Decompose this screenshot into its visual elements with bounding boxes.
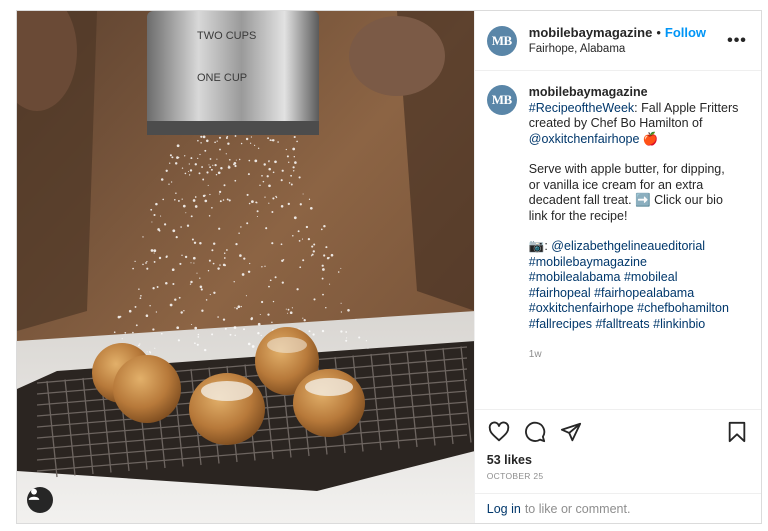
likes-count[interactable]: 53 likes: [475, 453, 761, 471]
mention-link[interactable]: @oxkitchenfairhope: [529, 132, 640, 146]
hashtag-list[interactable]: #mobilebaymagazine #mobilealabama #mobil…: [529, 255, 729, 331]
like-button[interactable]: [487, 420, 511, 444]
comment-icon: [524, 421, 545, 442]
send-icon: [560, 422, 581, 441]
heart-icon: [488, 421, 509, 441]
login-prompt-text: to like or comment.: [524, 501, 631, 516]
user-icon: [28, 488, 40, 500]
caption-username[interactable]: mobilebaymagazine: [529, 85, 739, 101]
bookmark-icon: [728, 421, 746, 442]
caption-paragraph-body: Serve with apple butter, for dipping, or…: [528, 162, 725, 223]
header-separator: •: [656, 24, 661, 40]
login-link[interactable]: Log in: [487, 502, 521, 516]
hashtag-link[interactable]: #RecipeoftheWeek: [529, 101, 634, 115]
sifter-label-mid: ONE CUP: [197, 72, 247, 84]
fritters-illustration: TWO CUPS ONE CUP: [17, 11, 474, 523]
post-photo[interactable]: TWO CUPS ONE CUP: [17, 11, 474, 523]
apple-emoji: 🍎: [642, 131, 659, 146]
header-username[interactable]: mobilebaymagazine: [529, 25, 653, 40]
action-bar: [474, 409, 761, 453]
post-age: 1w: [528, 349, 542, 360]
share-button[interactable]: [559, 420, 583, 444]
post-header: MB mobilebaymagazine • Follow Fairhope, Al…: [474, 11, 761, 71]
caption-paragraph-credits: 📷: @elizabethgelineaueditorial #mobileba…: [529, 239, 739, 332]
post-side-panel: MB mobilebaymagazine • Follow Fairhope, Al…: [473, 11, 761, 523]
camera-emoji: 📷: [528, 239, 545, 253]
more-options-icon[interactable]: •••: [725, 29, 749, 53]
photographer-mention-link[interactable]: @elizabethgelineaueditorial: [551, 239, 705, 253]
caption-text: mobilebaymagazine #RecipeoftheWeek: Fall…: [529, 85, 739, 409]
save-button[interactable]: [725, 420, 749, 444]
sifter-label-top: TWO CUPS: [197, 30, 256, 42]
instagram-post: TWO CUPS ONE CUP MB mobilebaymagazine • …: [16, 10, 762, 524]
profile-avatar[interactable]: MB: [486, 25, 517, 56]
header-text: mobilebaymagazine • Follow Fairhope, Alaba…: [529, 25, 725, 57]
location-link[interactable]: Fairhope, Alabama: [529, 41, 725, 57]
caption-avatar[interactable]: MB: [486, 85, 517, 115]
caption-area: MB mobilebaymagazine #RecipeoftheWeek: F…: [475, 71, 761, 409]
follow-button[interactable]: Follow: [665, 25, 706, 40]
caption-paragraph-intro: #RecipeoftheWeek: Fall Apple Fritters cr…: [529, 101, 739, 148]
login-prompt: Log in to like or comment.: [474, 493, 761, 523]
comment-button[interactable]: [523, 420, 547, 444]
post-date: OCTOBER 25: [486, 471, 544, 481]
user-tag-button[interactable]: [27, 487, 53, 513]
